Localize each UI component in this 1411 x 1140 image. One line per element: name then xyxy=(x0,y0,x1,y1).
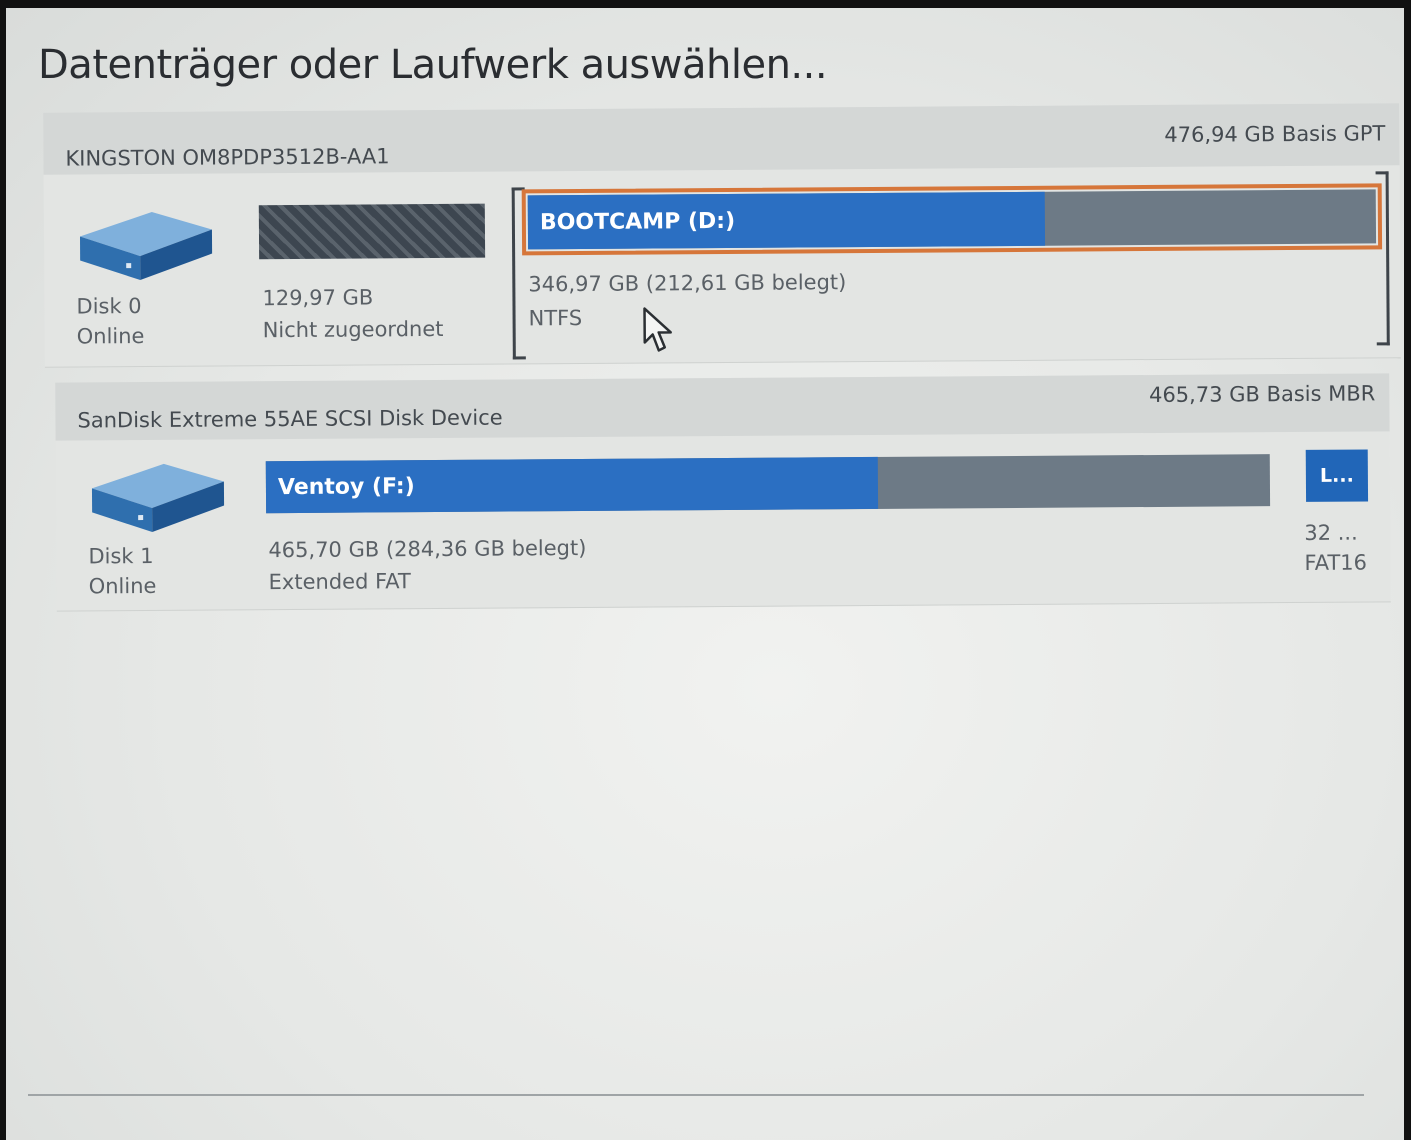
partition-bar-ventoy[interactable]: Ventoy (F:) xyxy=(265,454,1271,514)
disk-card-0: KINGSTON OM8PDP3512B-AA1 476,94 GB Basis… xyxy=(43,103,1401,368)
partition-label: BOOTCAMP (D:) xyxy=(539,208,736,235)
disk-id: Disk 1 xyxy=(88,543,154,569)
disk-id: Disk 0 xyxy=(76,294,142,319)
partition-filesystem: Extended FAT xyxy=(268,569,411,595)
partition-size-info: 465,70 GB (284,36 GB belegt) xyxy=(268,535,587,563)
disk-header-1: SanDisk Extreme 55AE SCSI Disk Device 46… xyxy=(55,373,1390,441)
hard-drive-icon xyxy=(78,210,215,287)
page-title: Datenträger oder Laufwerk auswählen... xyxy=(38,42,828,88)
disk-card-1: SanDisk Extreme 55AE SCSI Disk Device 46… xyxy=(55,373,1391,612)
partition-selection-highlight[interactable]: BOOTCAMP (D:) xyxy=(521,183,1383,256)
disk-status: Online xyxy=(76,324,145,349)
small-partition-size: 32 ... xyxy=(1304,520,1358,545)
partition-bar-small[interactable]: L... xyxy=(1305,449,1369,502)
unallocated-space-bar[interactable] xyxy=(258,203,486,260)
partition-size-info: 346,97 GB (212,61 GB belegt) xyxy=(528,270,847,297)
partition-bar-bootcamp[interactable]: BOOTCAMP (D:) xyxy=(527,189,1377,250)
partition-label: Ventoy (F:) xyxy=(277,473,415,500)
unallocated-label: Nicht zugeordnet xyxy=(262,316,444,343)
partition-filesystem: NTFS xyxy=(528,305,583,331)
hard-drive-icon xyxy=(90,461,227,538)
disk-name: KINGSTON OM8PDP3512B-AA1 xyxy=(65,144,390,171)
setup-screen: Datenträger oder Laufwerk auswählen... K… xyxy=(6,8,1404,1140)
footer-divider xyxy=(28,1094,1364,1096)
disk-summary: 465,73 GB Basis MBR xyxy=(1148,381,1376,408)
disk-header-0: KINGSTON OM8PDP3512B-AA1 476,94 GB Basis… xyxy=(43,103,1400,175)
mouse-pointer-icon xyxy=(642,306,674,358)
disk-summary: 476,94 GB Basis GPT xyxy=(1164,121,1386,147)
disk-name: SanDisk Extreme 55AE SCSI Disk Device xyxy=(77,405,503,433)
small-partition-label: L... xyxy=(1319,464,1354,487)
disk-status: Online xyxy=(88,573,157,599)
small-partition-filesystem: FAT16 xyxy=(1304,550,1368,575)
unallocated-size: 129,97 GB xyxy=(262,285,374,311)
